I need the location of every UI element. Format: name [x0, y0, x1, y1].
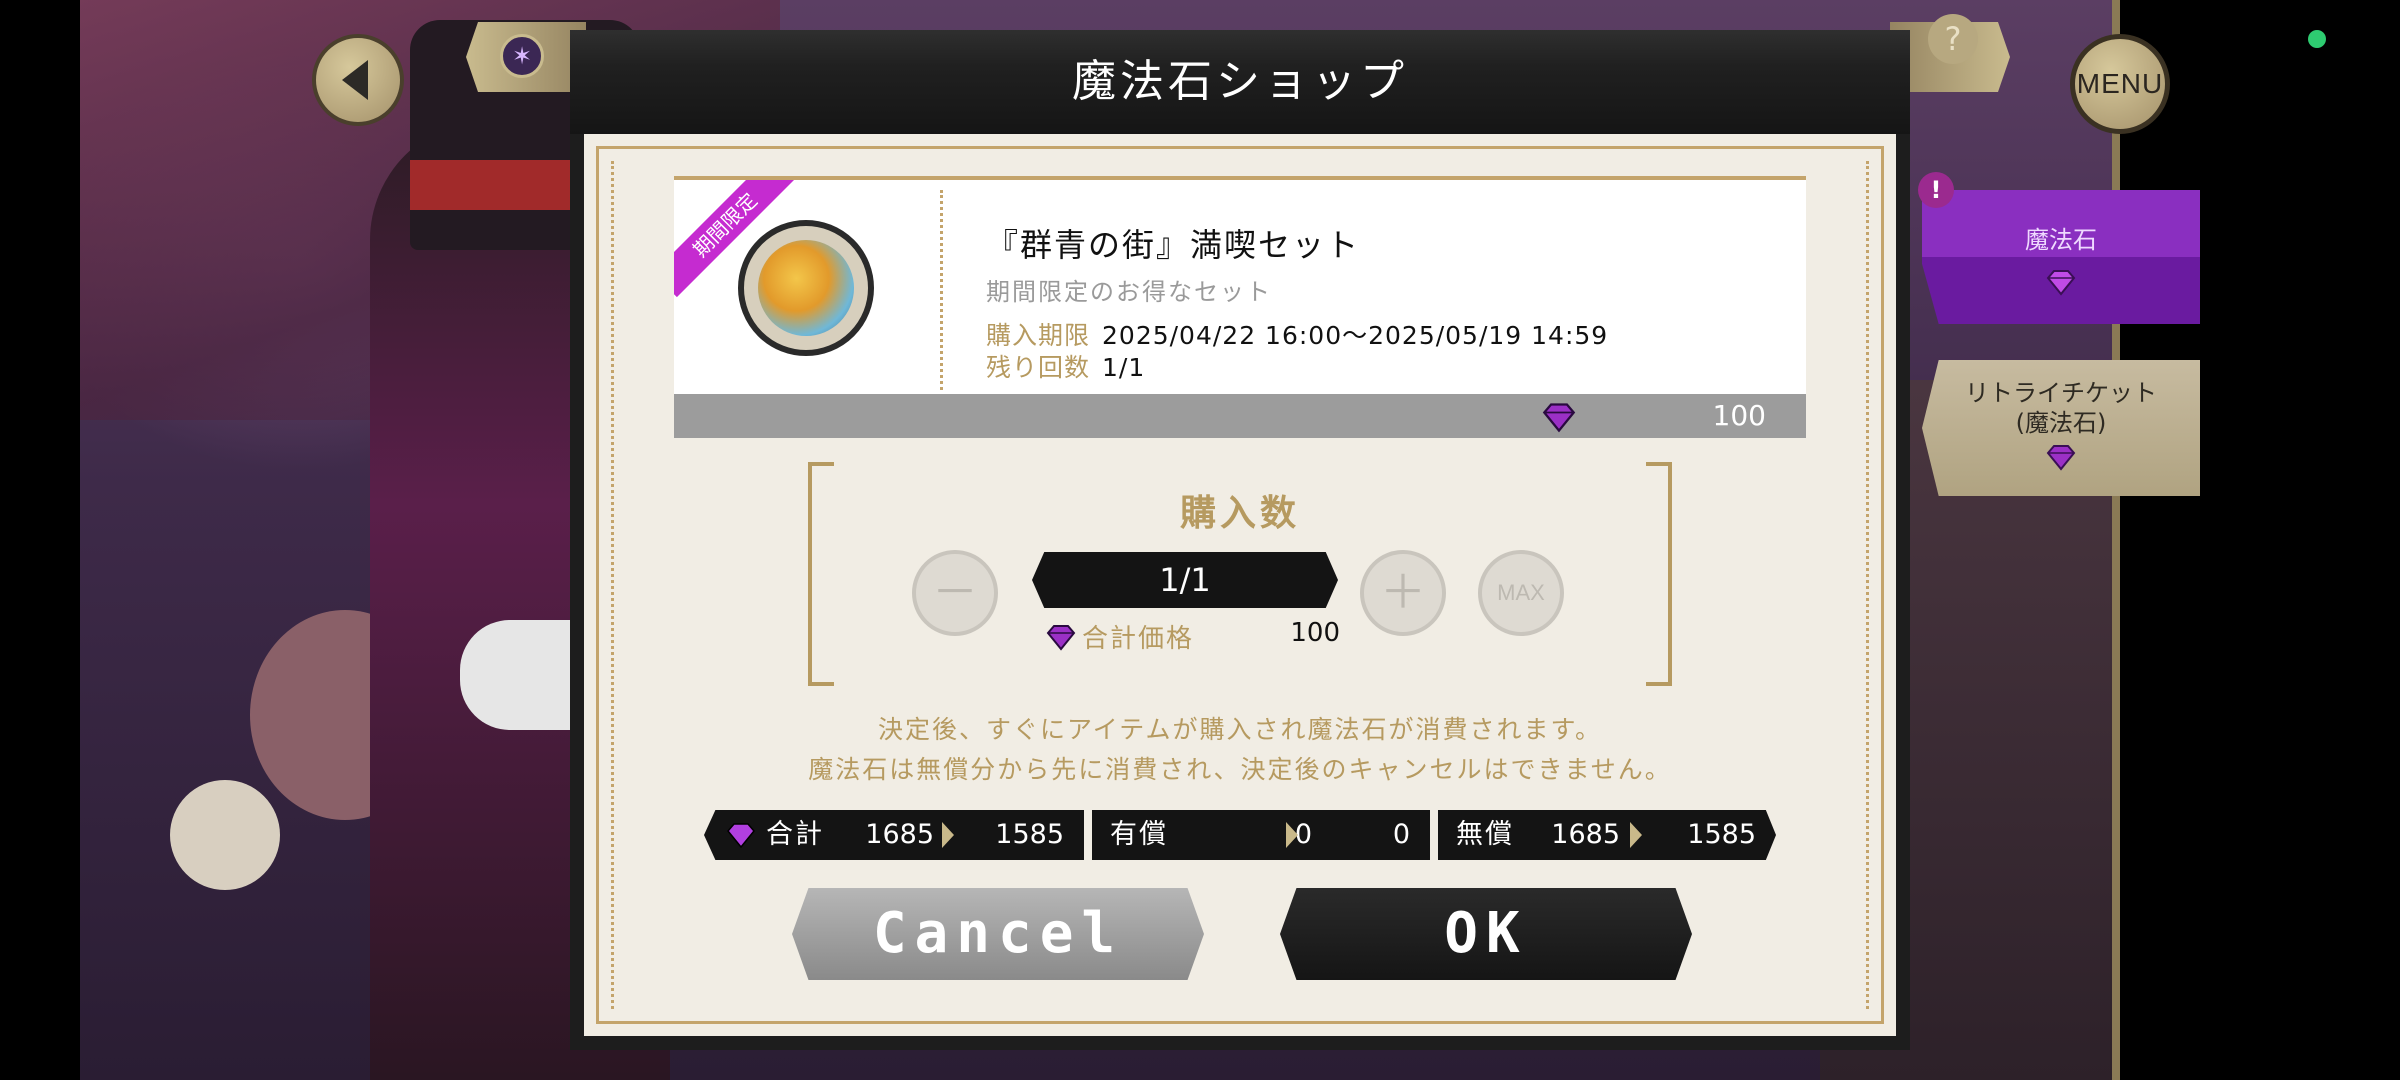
max-button[interactable]: MAX — [1478, 550, 1564, 636]
item-card: 期間限定 『群青の街』満喫セット 期間限定のお得なセット 購入期限 2025/04… — [674, 176, 1806, 398]
period-value: 2025/04/22 16:00～2025/05/19 14:59 — [1102, 321, 1609, 350]
divider — [940, 190, 943, 390]
gem-icon — [1542, 403, 1576, 433]
menu-button[interactable]: MENU — [2070, 34, 2170, 134]
arrow-icon — [942, 822, 954, 848]
item-name: 『群青の街』満喫セット — [986, 226, 1361, 264]
period-label: 購入期限 — [986, 321, 1091, 350]
background-skull — [170, 780, 280, 890]
remaining-count: 残り回数 1/1 — [986, 348, 1145, 384]
notice-line: 決定後、すぐにアイテムが購入され魔法石が消費されます。 — [877, 715, 1602, 744]
balance-paid-from: 0 — [1294, 819, 1312, 850]
balance-paid-label: 有償 — [1110, 819, 1168, 850]
arrow-icon — [1286, 822, 1298, 848]
purchase-period: 購入期限 2025/04/22 16:00～2025/05/19 14:59 — [986, 316, 1608, 352]
quantity-title: 購入数 — [1179, 493, 1300, 534]
remaining-label: 残り回数 — [986, 353, 1091, 382]
tab-label-sub: (魔法石) — [2015, 409, 2107, 437]
notice-line: 魔法石は無償分から先に消費され、決定後のキャンセルはできません。 — [808, 755, 1672, 784]
quantity-section: 購入数 － 1/1 ＋ MAX 合計価格 100 — [808, 462, 1672, 686]
scene-frame — [2112, 0, 2120, 1080]
balance-total-label: 合計 — [766, 819, 824, 850]
balance-free-to: 1585 — [1687, 819, 1756, 850]
gem-icon — [2046, 445, 2076, 471]
balance-free-label: 無償 — [1456, 819, 1514, 850]
gem-icon — [1046, 625, 1076, 651]
increase-button[interactable]: ＋ — [1360, 550, 1446, 636]
cancel-button[interactable]: Cancel — [792, 888, 1204, 980]
item-price: 100 — [1712, 399, 1766, 432]
quantity-display: 1/1 — [1032, 552, 1338, 608]
status-dot — [2308, 30, 2326, 48]
balance-paid: 有償 0 0 — [1092, 810, 1430, 860]
total-label: 合計価格 — [1082, 624, 1195, 654]
modal-title: 魔法石ショップ — [570, 30, 1910, 134]
gem-icon — [2046, 270, 2076, 296]
total-value: 100 — [1290, 618, 1340, 648]
tab-retry-ticket[interactable]: リトライチケット (魔法石) — [1922, 360, 2200, 496]
tab-label: 魔法石 — [2025, 226, 2097, 254]
back-arrow-icon — [342, 60, 368, 100]
balance-total-from: 1685 — [865, 819, 934, 850]
decrease-button[interactable]: － — [912, 550, 998, 636]
back-button[interactable] — [312, 34, 404, 126]
gem-icon — [727, 823, 755, 849]
balance-paid-to: 0 — [1392, 819, 1410, 850]
tab-label: リトライチケット — [1965, 379, 2157, 407]
ok-button[interactable]: OK — [1280, 888, 1692, 980]
balance-free-from: 1685 — [1551, 819, 1620, 850]
item-subtitle: 期間限定のお得なセット — [986, 278, 1272, 306]
arrow-icon — [1630, 822, 1642, 848]
balance-total-to: 1585 — [995, 819, 1064, 850]
item-icon — [738, 220, 874, 356]
gem-icon: ✶ — [500, 34, 544, 78]
tab-magic-stone[interactable]: 魔法石 — [1922, 190, 2200, 324]
help-icon[interactable]: ? — [1928, 14, 1978, 64]
alert-icon: ! — [1918, 172, 1954, 208]
balance-total: 合計 1685 1585 — [704, 810, 1084, 860]
remaining-value: 1/1 — [1102, 353, 1146, 382]
total-price: 合計価格 100 — [1040, 618, 1340, 654]
price-bar: 100 — [674, 394, 1806, 438]
balance-free: 無償 1685 1585 — [1438, 810, 1776, 860]
